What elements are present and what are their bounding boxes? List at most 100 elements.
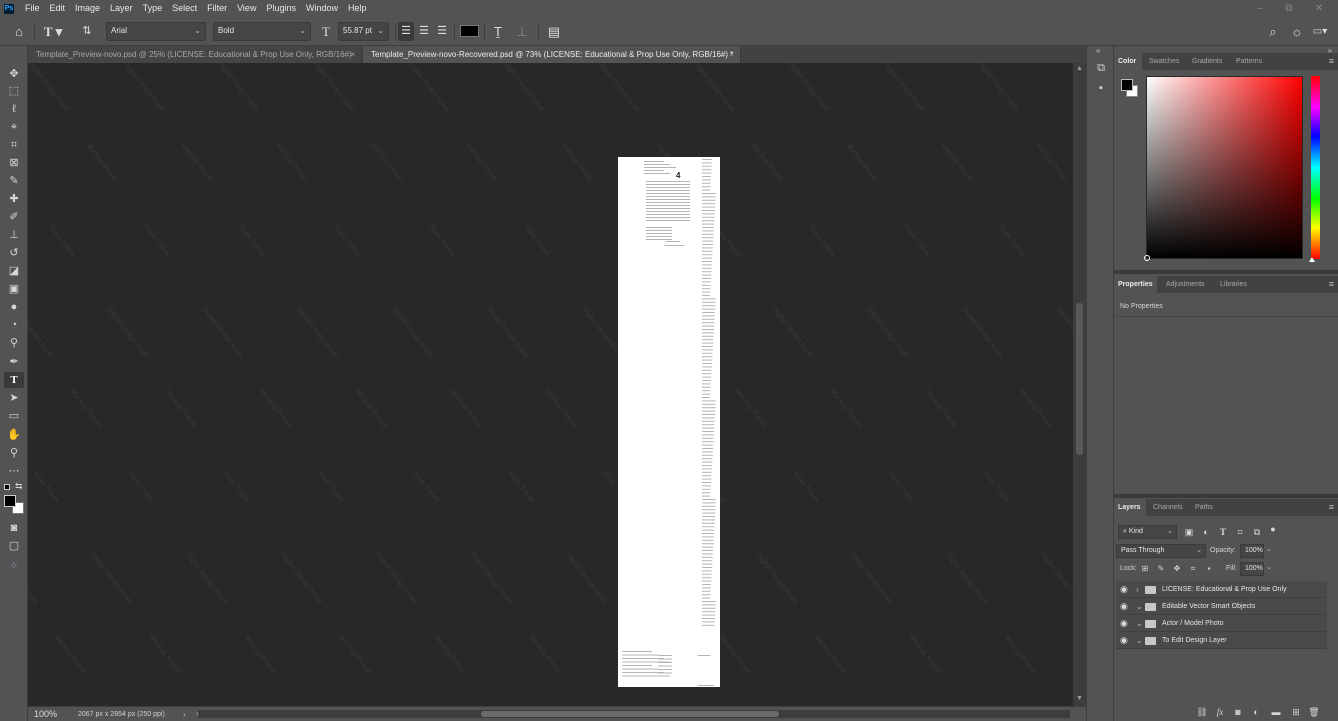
trash-icon[interactable]: 🗑 bbox=[1308, 706, 1320, 718]
vertical-scroll-thumb[interactable] bbox=[1076, 303, 1083, 455]
tab-properties[interactable]: Properties bbox=[1114, 276, 1157, 293]
screen-mode-icon[interactable]: ▢ bbox=[4, 538, 24, 554]
panel-menu-icon[interactable]: ≡ bbox=[1329, 53, 1334, 70]
filter-pixel-icon[interactable]: ▣ bbox=[1183, 526, 1195, 538]
tab-color[interactable]: Color bbox=[1114, 53, 1142, 70]
marquee-tool-icon[interactable]: ⬚ bbox=[4, 83, 24, 99]
clone-stamp-tool-icon[interactable]: ⊥ bbox=[4, 227, 24, 243]
discover-icon[interactable]: ☼ bbox=[1288, 22, 1306, 41]
lock-position-icon[interactable]: ✥ bbox=[1171, 563, 1183, 575]
menu-layer[interactable]: Layer bbox=[105, 0, 138, 17]
panel-menu-icon[interactable]: ≡ bbox=[1329, 276, 1334, 293]
tab-template-preview-novo-recovered[interactable]: Template_Preview-novo-Recovered.psd @ 73… bbox=[363, 46, 741, 63]
eraser-tool-icon[interactable]: ◪ bbox=[4, 263, 24, 279]
filter-toggle-icon[interactable]: ● bbox=[1267, 523, 1279, 535]
collapse-panels-icon[interactable]: « bbox=[1096, 46, 1100, 55]
more-tools-icon[interactable]: ⋯ bbox=[4, 463, 24, 479]
zoom-tool-icon[interactable]: ⚲ bbox=[4, 445, 24, 461]
menu-edit[interactable]: Edit bbox=[45, 0, 71, 17]
menu-view[interactable]: View bbox=[232, 0, 261, 17]
search-icon[interactable]: ⌕ bbox=[1264, 22, 1282, 41]
tab-patterns[interactable]: Patterns bbox=[1232, 53, 1266, 70]
eye-icon[interactable]: ◉ bbox=[1120, 581, 1130, 598]
menu-plugins[interactable]: Plugins bbox=[261, 0, 301, 17]
comments-panel-icon[interactable]: ▪ bbox=[1093, 80, 1109, 96]
lasso-tool-icon[interactable]: ℓ bbox=[4, 101, 24, 117]
gradient-tool-icon[interactable]: ▣ bbox=[4, 281, 24, 297]
eyedropper-tool-icon[interactable]: ✎ bbox=[4, 173, 24, 189]
layer-row-to-edit-design[interactable]: ◉ ⌄ To Edit Design Layer bbox=[1116, 632, 1327, 649]
font-style-select[interactable]: Bold ⌄ bbox=[213, 22, 311, 41]
scroll-up-icon[interactable]: ▲ bbox=[1073, 65, 1086, 72]
panel-menu-icon[interactable]: ≡ bbox=[1329, 499, 1334, 516]
tab-template-preview-novo[interactable]: Template_Preview-novo.psd @ 25% (LICENSE… bbox=[28, 46, 362, 63]
lock-all-icon[interactable]: ▪ bbox=[1203, 563, 1215, 575]
color-picker-field[interactable] bbox=[1144, 76, 1303, 261]
filter-type-icon[interactable]: T bbox=[1217, 526, 1229, 538]
horizontal-scroll-thumb[interactable] bbox=[481, 711, 779, 717]
new-layer-icon[interactable]: ⊞ bbox=[1290, 706, 1302, 718]
menu-file[interactable]: File bbox=[20, 0, 45, 17]
eye-icon[interactable]: ◉ bbox=[1120, 615, 1130, 632]
foreground-color-swatch[interactable] bbox=[1121, 79, 1133, 91]
hue-slider-handle[interactable] bbox=[1309, 257, 1315, 262]
scroll-left-icon[interactable]: ‹ bbox=[196, 706, 199, 721]
align-center-icon[interactable]: ☰ bbox=[416, 22, 432, 41]
blur-tool-icon[interactable]: ● bbox=[4, 299, 24, 315]
character-panel-icon[interactable]: ▤ bbox=[546, 22, 562, 41]
frame-tool-icon[interactable]: ⊠ bbox=[4, 155, 24, 171]
close-icon[interactable]: × bbox=[350, 46, 355, 63]
type-tool-icon[interactable]: T bbox=[4, 372, 24, 388]
menu-image[interactable]: Image bbox=[70, 0, 105, 17]
layer-row-actor-model-photo[interactable]: ◉ ⌄ Actor / Model Photo bbox=[1116, 615, 1327, 632]
opacity-input[interactable]: 100% bbox=[1240, 544, 1264, 558]
expand-chevron-icon[interactable]: ⌄ bbox=[1136, 598, 1143, 615]
lock-artboard-icon[interactable]: ⌗ bbox=[1187, 563, 1199, 575]
mask-icon[interactable]: ◙ bbox=[1232, 706, 1244, 718]
expand-chevron-icon[interactable]: › bbox=[1136, 581, 1139, 598]
color-picker-handle[interactable] bbox=[1144, 255, 1150, 261]
tab-libraries[interactable]: Libraries bbox=[1216, 276, 1251, 293]
home-icon[interactable]: ⌂ bbox=[10, 22, 28, 41]
group-icon[interactable]: ▬ bbox=[1270, 706, 1282, 718]
restore-button[interactable]: ⧉ bbox=[1275, 0, 1303, 17]
close-window-button[interactable]: ✕ bbox=[1305, 0, 1333, 17]
canvas-area[interactable]: Digital Design AssetMockup PresetNovo Tr… bbox=[28, 63, 1073, 706]
tab-swatches[interactable]: Swatches bbox=[1145, 53, 1183, 70]
history-panel-icon[interactable]: ⧉ bbox=[1093, 60, 1109, 76]
font-size-select[interactable]: 55.87 pt ⌄ bbox=[338, 22, 389, 41]
horizontal-scrollbar[interactable]: ‹ bbox=[196, 708, 1070, 718]
layer-row-license[interactable]: ◉ › LICENSE: Educational & Prop Use Only bbox=[1116, 581, 1327, 598]
history-brush-tool-icon[interactable]: ↺ bbox=[4, 245, 24, 261]
menu-filter[interactable]: Filter bbox=[202, 0, 232, 17]
crop-tool-icon[interactable]: ⌗ bbox=[4, 137, 24, 153]
toggle-text-orientation-icon[interactable]: ⇅ bbox=[78, 22, 96, 41]
menu-select[interactable]: Select bbox=[167, 0, 202, 17]
swap-colors-icon[interactable]: ⇆ bbox=[15, 481, 23, 492]
layer-row-editable-vector[interactable]: ◉ ⌄ Editable Vector Smart Objects bbox=[1116, 598, 1327, 615]
move-tool-icon[interactable]: ✥ bbox=[4, 66, 24, 82]
brush-tool-icon[interactable]: ✐ bbox=[4, 209, 24, 225]
layer-filter-select[interactable]: ⌕ Kind ⌄ bbox=[1118, 525, 1177, 539]
path-selection-tool-icon[interactable]: ➤ bbox=[4, 390, 24, 406]
eye-icon[interactable]: ◉ bbox=[1120, 632, 1130, 649]
document-page[interactable]: 4 bbox=[618, 157, 720, 687]
text-color-swatch[interactable] bbox=[460, 25, 479, 37]
workspace-icon[interactable]: ▭▾ bbox=[1310, 22, 1330, 41]
lock-pixels-icon[interactable]: ✎ bbox=[1155, 563, 1167, 575]
menu-type[interactable]: Type bbox=[138, 0, 168, 17]
healing-brush-tool-icon[interactable]: ✚ bbox=[4, 191, 24, 207]
fill-input[interactable]: 100% bbox=[1240, 562, 1264, 576]
tab-paths[interactable]: Paths bbox=[1191, 499, 1217, 516]
default-colors-icon[interactable] bbox=[4, 484, 10, 490]
expand-chevron-icon[interactable]: ⌄ bbox=[1136, 632, 1143, 649]
tab-adjustments[interactable]: Adjustments bbox=[1162, 276, 1209, 293]
quick-mask-icon[interactable]: ◙ bbox=[4, 520, 24, 536]
filter-adjustment-icon[interactable]: ◐ bbox=[1200, 526, 1212, 538]
scroll-down-icon[interactable]: ▼ bbox=[1073, 695, 1086, 702]
align-left-icon[interactable]: ☰ bbox=[398, 22, 414, 41]
filter-smart-object-icon[interactable]: ⧉ bbox=[1251, 526, 1263, 538]
hue-slider[interactable] bbox=[1309, 76, 1320, 262]
filter-shape-icon[interactable]: ⌗ bbox=[1234, 526, 1246, 538]
burn-tool-icon[interactable]: ⚲ bbox=[4, 335, 24, 351]
